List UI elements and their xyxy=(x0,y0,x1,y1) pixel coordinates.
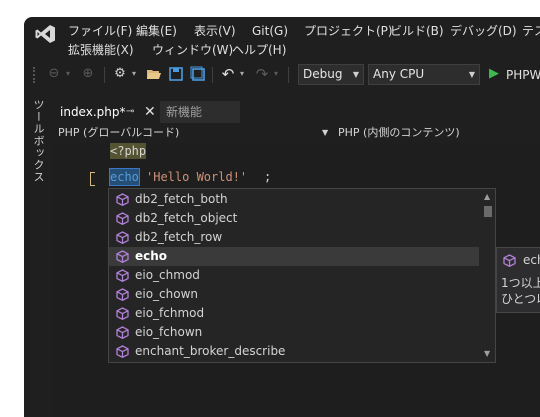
quick-info-tooltip: ech 1つ以上 ひとつ以 xyxy=(496,247,540,313)
tooltip-description-line: ひとつ以 xyxy=(501,292,540,306)
completion-item-label: enchant_broker_describe xyxy=(135,344,286,358)
open-folder-icon[interactable] xyxy=(146,66,162,82)
completion-item-label: db2_fetch_both xyxy=(135,192,228,206)
completion-item[interactable]: db2_fetch_both xyxy=(109,190,479,209)
method-cube-icon xyxy=(116,345,129,358)
method-cube-icon xyxy=(116,269,129,282)
solution-platform-dropdown[interactable]: Any CPU ▼ xyxy=(368,64,480,85)
menu-git[interactable]: Git(G) xyxy=(252,23,288,39)
method-cube-icon xyxy=(116,288,129,301)
visual-studio-window: ファイル(F) 編集(E) 表示(V) Git(G) プロジェクト(P) ビルド… xyxy=(24,17,540,417)
new-project-dropdown-icon[interactable]: ▾ xyxy=(126,66,142,82)
tab-label: 新機能 xyxy=(166,105,203,119)
menu-debug[interactable]: デバッグ(D) xyxy=(450,23,517,39)
toolbox-side-panel[interactable]: ツールボックス xyxy=(24,93,50,417)
tab-label: index.php* xyxy=(60,105,126,119)
scope-dropdown[interactable]: PHP (グローバルコード) ▼ xyxy=(56,124,334,142)
chevron-down-icon: ▼ xyxy=(352,70,359,79)
solution-configuration-value: Debug xyxy=(303,67,343,81)
standard-toolbar: ⊖ ▾ ⊕ ⚙ ▾ ↶ ▾ ↷ ▾ Debug ▼ Any CPU ▼ ▶ PH… xyxy=(24,61,540,89)
menu-extensions[interactable]: 拡張機能(X) xyxy=(68,42,134,58)
menu-edit[interactable]: 編集(E) xyxy=(136,23,177,39)
document-tab-strip: index.php* ⊸ ✕ 新機能 xyxy=(54,101,540,125)
navigation-bar: PHP (グローバルコード) ▼ PHP (内側のコンテンツ) xyxy=(54,123,540,144)
method-cube-icon xyxy=(116,307,129,320)
forward-arrow-icon[interactable]: ⊕ xyxy=(80,66,96,82)
intellisense-completion-list[interactable]: db2_fetch_both db2_fetch_object db2_fetc… xyxy=(108,188,496,363)
menu-file[interactable]: ファイル(F) xyxy=(68,23,132,39)
completion-item[interactable]: eio_chown xyxy=(109,285,479,304)
echo-keyword: echo xyxy=(109,168,140,186)
completion-item[interactable]: eio_fchmod xyxy=(109,304,479,323)
method-cube-icon xyxy=(116,212,129,225)
pin-icon[interactable]: ⊸ xyxy=(126,101,134,123)
tab-whats-new[interactable]: 新機能 xyxy=(160,101,240,123)
play-icon[interactable]: ▶ xyxy=(486,66,502,82)
scroll-up-arrow-icon[interactable]: ▲ xyxy=(484,192,490,201)
completion-item-label: echo xyxy=(135,249,168,263)
completion-item-label: db2_fetch_object xyxy=(135,211,238,225)
menu-view[interactable]: 表示(V) xyxy=(194,23,236,39)
menu-project[interactable]: プロジェクト(P) xyxy=(304,23,393,39)
chevron-down-icon: ▼ xyxy=(322,128,329,137)
completion-item[interactable]: enchant_broker_describe xyxy=(109,342,479,361)
save-icon[interactable] xyxy=(168,66,184,82)
menu-test[interactable]: テス xyxy=(522,23,540,39)
completion-item-label: eio_chmod xyxy=(135,268,200,282)
method-cube-icon xyxy=(503,254,516,267)
scrollbar-thumb[interactable] xyxy=(484,206,492,217)
php-open-tag: <?php xyxy=(110,143,147,159)
tooltip-description-line: 1つ以上 xyxy=(501,276,540,290)
completion-item[interactable]: eio_fchown xyxy=(109,323,479,342)
hello-world-string: 'Hello World!' xyxy=(146,170,248,184)
completion-item[interactable]: db2_fetch_object xyxy=(109,209,479,228)
member-value: PHP (内側のコンテンツ) xyxy=(338,126,460,139)
toolbar-separator xyxy=(212,67,213,83)
scroll-down-arrow-icon[interactable]: ▼ xyxy=(484,349,490,358)
completion-item-selected[interactable]: echo xyxy=(109,247,479,266)
solution-platform-value: Any CPU xyxy=(373,67,425,81)
member-dropdown[interactable]: PHP (内側のコンテンツ) xyxy=(336,124,540,142)
tooltip-title: ech xyxy=(523,253,540,267)
menu-help[interactable]: ヘルプ(H) xyxy=(232,42,286,58)
completion-item-label: db2_fetch_row xyxy=(135,230,223,244)
toolbar-separator xyxy=(288,67,289,83)
redo-dropdown-icon[interactable]: ▾ xyxy=(268,66,284,82)
completion-item-label: eio_fchown xyxy=(135,325,203,339)
completion-item[interactable]: eio_chmod xyxy=(109,266,479,285)
undo-dropdown-icon[interactable]: ▾ xyxy=(234,66,250,82)
menu-build[interactable]: ビルド(B) xyxy=(390,23,444,39)
solution-configuration-dropdown[interactable]: Debug ▼ xyxy=(298,64,364,85)
save-all-icon[interactable] xyxy=(190,66,206,82)
toolbar-grip[interactable] xyxy=(33,67,39,83)
toolbox-label[interactable]: ツールボックス xyxy=(30,99,46,183)
bracket-marker xyxy=(90,172,95,186)
completion-item[interactable]: db2_fetch_row xyxy=(109,228,479,247)
semicolon: ; xyxy=(264,170,272,184)
scope-value: PHP (グローバルコード) xyxy=(58,126,180,139)
toolbar-separator xyxy=(104,67,105,83)
completion-item-label: eio_fchmod xyxy=(135,306,205,320)
back-dropdown-icon[interactable]: ▾ xyxy=(60,66,76,82)
completion-scrollbar[interactable]: ▲ ▼ xyxy=(481,189,495,362)
method-cube-icon xyxy=(116,326,129,339)
close-icon[interactable]: ✕ xyxy=(144,101,156,123)
method-cube-icon xyxy=(116,250,129,263)
visual-studio-logo xyxy=(35,25,55,43)
method-cube-icon xyxy=(116,193,129,206)
tab-index-php[interactable]: index.php* ⊸ ✕ xyxy=(54,101,158,123)
menu-window[interactable]: ウィンドウ(W) xyxy=(152,42,233,58)
completion-item-label: eio_chown xyxy=(135,287,199,301)
method-cube-icon xyxy=(116,231,129,244)
chevron-down-icon: ▼ xyxy=(468,70,475,79)
start-debugging-label[interactable]: PHPW xyxy=(506,67,540,83)
